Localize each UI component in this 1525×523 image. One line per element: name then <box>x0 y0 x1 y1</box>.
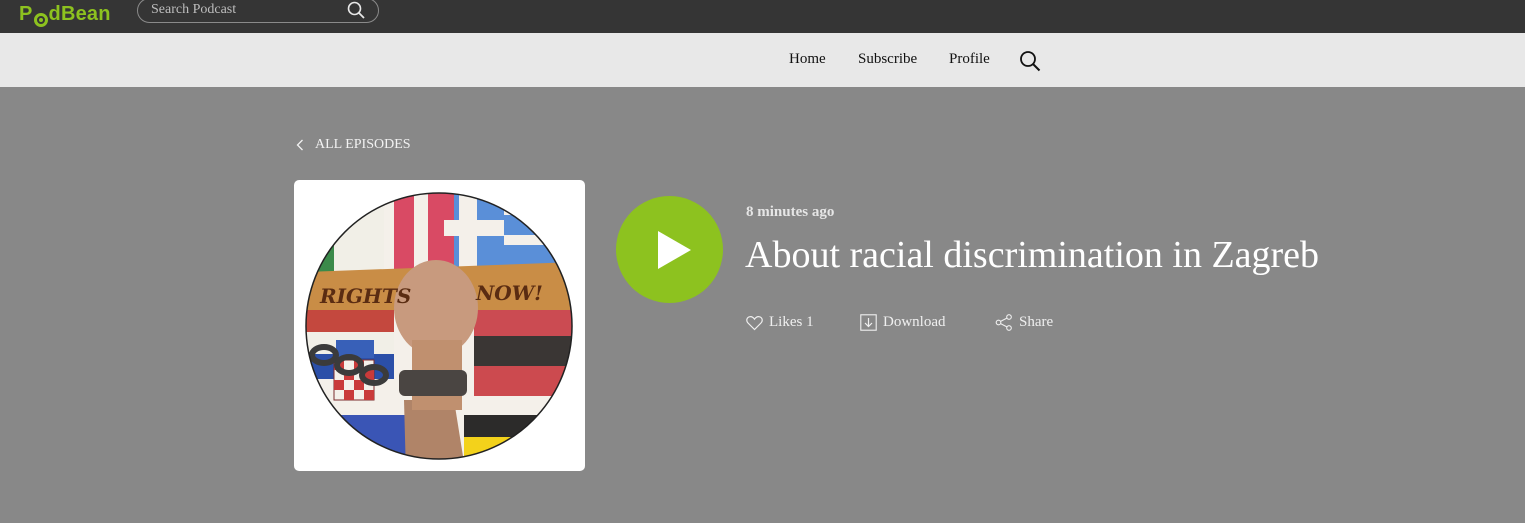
search-icon[interactable] <box>1019 50 1041 72</box>
heart-icon <box>746 315 763 330</box>
chevron-left-icon <box>296 139 303 151</box>
episode-title: About racial discrimination in Zagreb <box>745 234 1320 276</box>
likes-label: Likes 1 <box>769 314 814 330</box>
play-icon <box>658 231 691 269</box>
all-episodes-link[interactable]: ALL EPISODES <box>296 137 411 153</box>
download-icon <box>860 314 877 331</box>
share-label: Share <box>1019 314 1054 330</box>
share-button[interactable]: Share <box>995 314 1053 331</box>
nav-subscribe[interactable]: Subscribe <box>858 51 917 68</box>
episode-artwork: RIGHTS NOW! <box>294 180 585 471</box>
play-button[interactable] <box>616 196 723 303</box>
download-button[interactable]: Download <box>860 314 946 331</box>
nav-profile[interactable]: Profile <box>949 51 990 68</box>
top-bar: PdBean <box>0 0 1525 33</box>
logo-text-post: dBean <box>48 3 111 25</box>
nav-bar: Home Subscribe Profile <box>0 33 1525 87</box>
search-icon[interactable] <box>347 1 365 19</box>
artwork-image: RIGHTS NOW! <box>305 192 573 460</box>
artwork-text-right: NOW! <box>475 281 543 305</box>
logo-text-pre: P <box>19 3 33 25</box>
like-button[interactable]: Likes 1 <box>746 314 814 331</box>
all-episodes-label: ALL EPISODES <box>315 137 411 152</box>
nav-home[interactable]: Home <box>789 51 826 68</box>
logo-o-icon <box>33 13 48 27</box>
share-icon <box>995 314 1012 331</box>
search-podcast-box <box>137 0 379 23</box>
search-input[interactable] <box>151 0 341 20</box>
podbean-logo[interactable]: PdBean <box>19 0 111 27</box>
artwork-text-left: RIGHTS <box>319 284 411 308</box>
episode-time-ago: 8 minutes ago <box>746 204 835 220</box>
download-label: Download <box>883 314 946 330</box>
